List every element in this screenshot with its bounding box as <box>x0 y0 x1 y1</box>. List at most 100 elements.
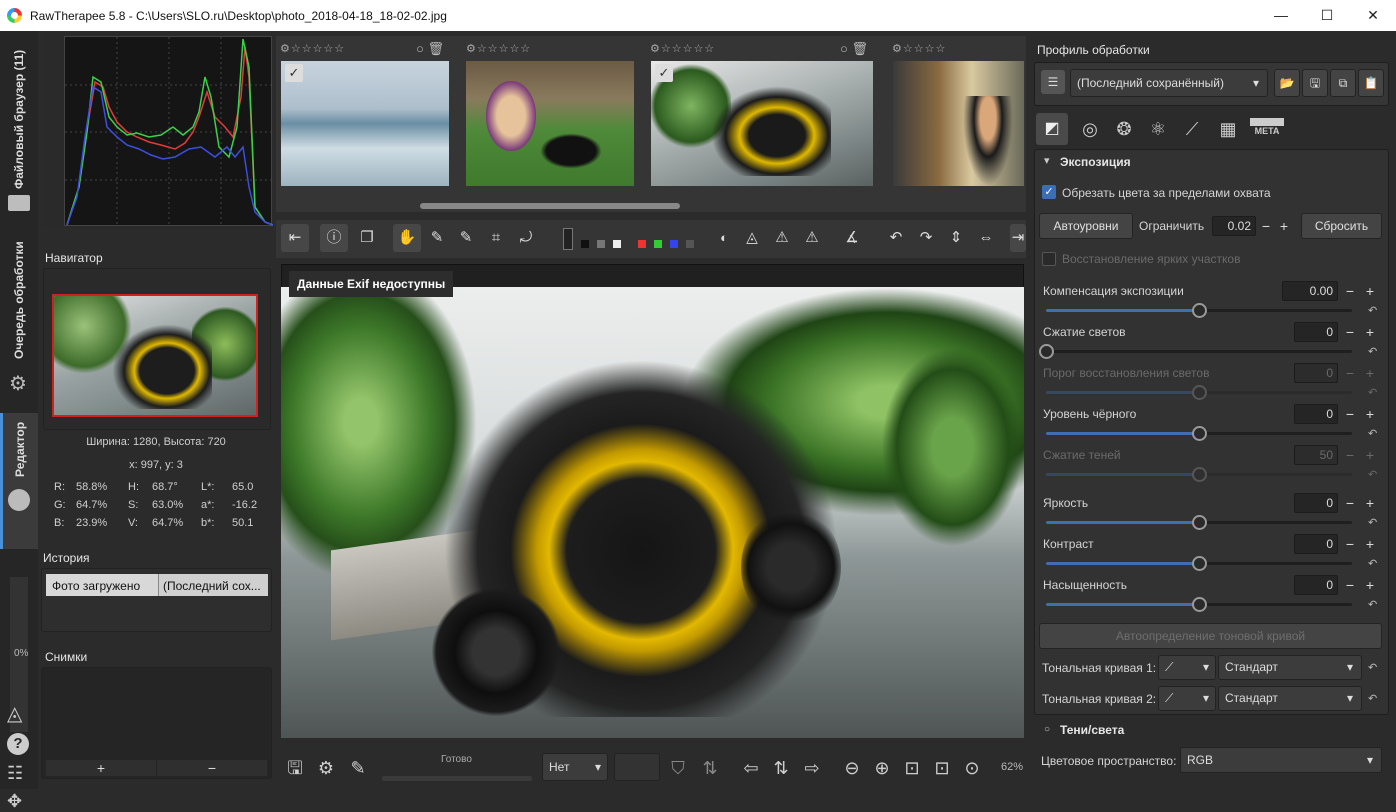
slider-track[interactable] <box>1046 597 1352 612</box>
profile-select[interactable]: (Последний сохранённый) ▾ <box>1070 69 1268 97</box>
filmstrip-scrollbar[interactable] <box>420 203 680 209</box>
thumbnail-scooter[interactable]: ✓ <box>651 61 873 186</box>
copy-profile-icon[interactable]: ⧉ <box>1330 69 1356 97</box>
curve1-type-select[interactable]: ⟋ ▾ <box>1158 655 1216 680</box>
reset-icon[interactable]: ↶ <box>1368 345 1377 358</box>
exposure-tab-icon[interactable]: ◩ <box>1036 113 1068 145</box>
curve2-mode-select[interactable]: Стандарт ▾ <box>1218 686 1362 711</box>
zoom-in-icon[interactable]: ⊕ <box>869 755 895 781</box>
slider-decrement[interactable]: − <box>1342 536 1358 552</box>
slider-increment[interactable]: + <box>1362 447 1378 463</box>
preview-white-icon[interactable] <box>613 240 621 248</box>
slider-decrement[interactable]: − <box>1342 495 1358 511</box>
highlight-recovery-checkbox[interactable] <box>1042 252 1056 266</box>
add-snapshot-button[interactable]: + <box>46 760 156 776</box>
reset-icon[interactable]: ↶ <box>1368 598 1377 611</box>
preview-black-icon[interactable] <box>581 240 589 248</box>
expander-icon[interactable]: ▾ <box>1044 154 1050 167</box>
preview-gray-icon[interactable] <box>597 240 605 248</box>
slider-track[interactable] <box>1046 303 1352 318</box>
flip-vertical-icon[interactable]: ⇕ <box>942 224 970 252</box>
hand-tool-icon[interactable]: ✋ <box>393 224 421 252</box>
reset-curve1-icon[interactable]: ↶ <box>1368 661 1377 674</box>
slider-value-input[interactable]: 50 <box>1294 445 1338 465</box>
profile-list-icon[interactable]: ☰ <box>1041 70 1065 94</box>
sync-filmstrip-icon[interactable]: ⇅ <box>768 755 794 781</box>
thumb-rating-1[interactable]: ⚙☆☆☆☆☆ <box>280 42 345 55</box>
slider-track[interactable] <box>1046 556 1352 571</box>
reset-icon[interactable]: ↶ <box>1368 468 1377 481</box>
add-to-queue-icon[interactable]: ◬ <box>7 701 22 726</box>
zoom-fit-icon[interactable]: ⊡ <box>899 755 925 781</box>
slider-value-input[interactable]: 0 <box>1294 322 1338 342</box>
slider-track[interactable] <box>1039 344 1352 359</box>
metadata-tab-icon[interactable]: META <box>1250 118 1284 142</box>
info-icon[interactable]: ⓘ <box>320 224 348 252</box>
slider-decrement[interactable]: − <box>1342 283 1358 299</box>
slider-handle[interactable] <box>1192 385 1207 400</box>
preview-luminance-icon[interactable] <box>686 240 694 248</box>
curve1-mode-select[interactable]: Стандарт ▾ <box>1218 655 1362 680</box>
thumb-rating-2[interactable]: ⚙☆☆☆☆☆ <box>466 42 531 55</box>
focus-mask-icon[interactable] <box>563 228 573 250</box>
slider-increment[interactable]: + <box>1362 365 1378 381</box>
reset-icon[interactable]: ↶ <box>1368 557 1377 570</box>
slider-decrement[interactable]: − <box>1342 447 1358 463</box>
tab-queue[interactable]: Очередь обработки <box>0 241 38 391</box>
perspective-icon[interactable]: ∡ <box>838 224 866 252</box>
slider-increment[interactable]: + <box>1362 324 1378 340</box>
reset-curve2-icon[interactable]: ↶ <box>1368 692 1377 705</box>
highlight-clip-warning-icon[interactable]: ⚠ <box>768 224 796 252</box>
slider-track[interactable] <box>1046 426 1352 441</box>
zoom-out-icon[interactable]: ⊖ <box>839 755 865 781</box>
check-icon[interactable]: ✓ <box>655 64 673 82</box>
raw-tab-icon[interactable]: ▦ <box>1212 113 1244 145</box>
slider-handle[interactable] <box>1039 344 1054 359</box>
slider-track[interactable] <box>1046 467 1352 482</box>
slider-handle[interactable] <box>1192 556 1207 571</box>
history-item-profile[interactable]: (Последний сох... <box>158 574 268 596</box>
thumb-rating-4[interactable]: ⚙☆☆☆☆ <box>892 42 946 55</box>
main-photo[interactable] <box>281 287 1024 738</box>
slider-increment[interactable]: + <box>1362 406 1378 422</box>
help-icon[interactable]: ? <box>7 733 29 755</box>
save-profile-icon[interactable]: 🖫 <box>1302 69 1328 97</box>
thumb-rating-3[interactable]: ⚙☆☆☆☆☆ <box>650 42 715 55</box>
tab-file-browser[interactable]: Файловый браузер (11) <box>0 41 38 216</box>
color-tab-icon[interactable]: ❂ <box>1108 113 1140 145</box>
rotate-left-icon[interactable]: ↶ <box>882 224 910 252</box>
crop-icon[interactable]: ⌗ <box>482 224 510 252</box>
clip-limit-input[interactable]: 0.02 <box>1212 216 1256 236</box>
flag-icon[interactable]: ⛉ <box>665 755 691 781</box>
trash-icon[interactable]: ○ 🗑 <box>840 41 868 57</box>
next-image-icon[interactable]: ⇨ <box>799 755 825 781</box>
thumbnail-girl[interactable] <box>466 61 634 186</box>
slider-decrement[interactable]: − <box>1342 365 1358 381</box>
previous-image-icon[interactable]: ⇦ <box>738 755 764 781</box>
detail-tab-icon[interactable]: ◎ <box>1074 113 1106 145</box>
close-button[interactable]: ✕ <box>1350 0 1396 31</box>
clip-checkbox[interactable]: ✓ <box>1042 185 1056 199</box>
check-icon[interactable]: ✓ <box>285 64 303 82</box>
slider-increment[interactable]: + <box>1362 577 1378 593</box>
slider-handle[interactable] <box>1192 426 1207 441</box>
slider-handle[interactable] <box>1192 467 1207 482</box>
reset-icon[interactable]: ↶ <box>1368 304 1377 317</box>
preview-blue-icon[interactable] <box>670 240 678 248</box>
navigator-viewport[interactable] <box>52 294 258 417</box>
rotate-right-icon[interactable]: ↷ <box>912 224 940 252</box>
before-after-icon[interactable]: ❐ <box>353 224 381 252</box>
color-picker-icon[interactable]: ✎ <box>452 224 480 252</box>
slider-track[interactable] <box>1046 515 1352 530</box>
curve2-type-select[interactable]: ⟋ ▾ <box>1158 686 1216 711</box>
paste-profile-icon[interactable]: 📋 <box>1358 69 1384 97</box>
slider-track[interactable] <box>1046 385 1352 400</box>
hide-right-panel-icon[interactable]: ⇥ <box>1010 224 1026 252</box>
open-profile-icon[interactable]: 📂 <box>1274 69 1300 97</box>
expander-collapsed-icon[interactable]: ○ <box>1044 724 1050 735</box>
preview-green-icon[interactable] <box>654 240 662 248</box>
slider-handle[interactable] <box>1192 303 1207 318</box>
clip-limit-increment[interactable]: + <box>1276 218 1292 234</box>
save-icon[interactable]: 🖫 <box>282 755 308 781</box>
slider-value-input[interactable]: 0 <box>1294 534 1338 554</box>
